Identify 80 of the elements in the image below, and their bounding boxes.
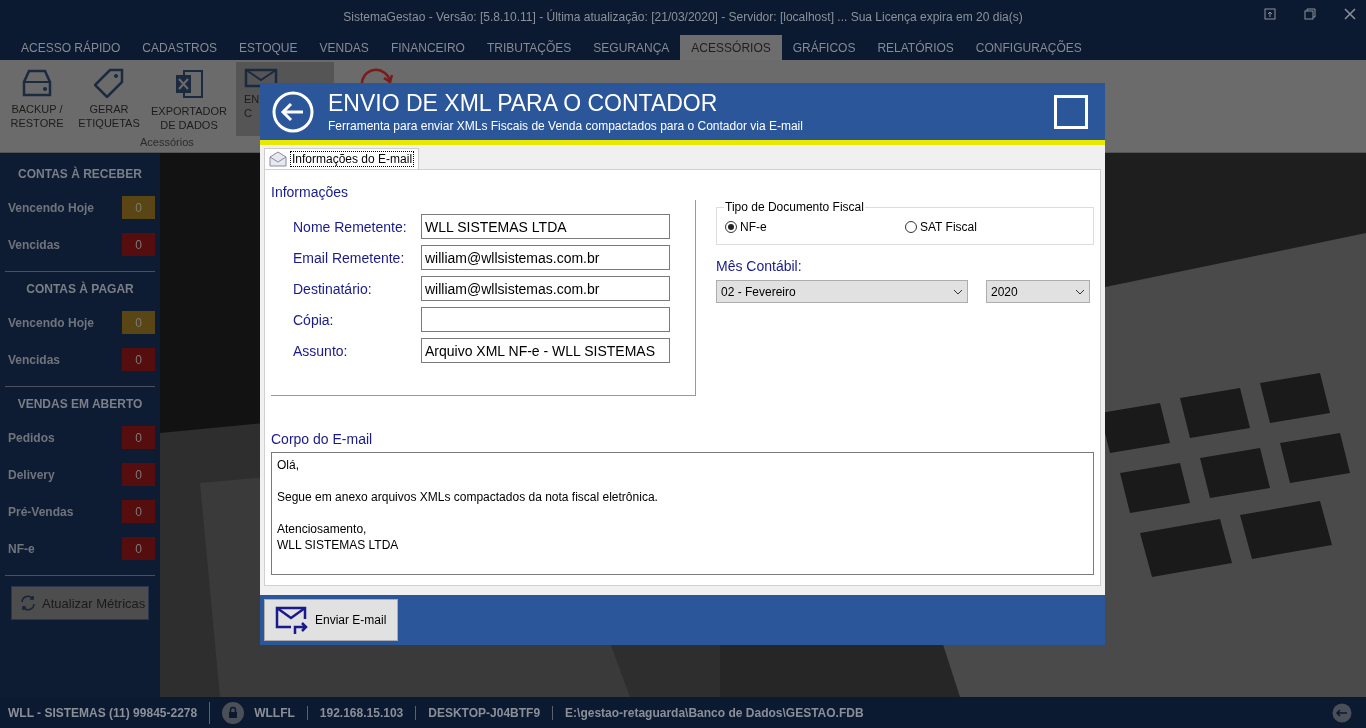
menu-tab[interactable]: ESTOQUE: [228, 35, 309, 60]
status-text: E:\gestao-retaguarda\Banco de Dados\GESTAO.FDB: [565, 705, 864, 720]
group-legend: Tipo de Documento Fiscal: [724, 200, 865, 214]
text-field[interactable]: william@wllsistemas.com.br: [421, 276, 670, 301]
window-icon[interactable]: [1304, 8, 1316, 20]
close-icon[interactable]: [1344, 8, 1356, 20]
field-label: Cópia:: [293, 311, 335, 328]
metric-label: Delivery: [8, 467, 55, 482]
spreadsheet-icon: [174, 68, 204, 100]
menu-tab[interactable]: GRÁFICOS: [781, 35, 867, 60]
month-dropdown[interactable]: 02 - Fevereiro: [716, 280, 968, 303]
metric-label: NF-e: [8, 541, 35, 556]
metric-label: Pedidos: [8, 430, 55, 445]
menu-tab[interactable]: FINANCEIRO: [379, 35, 476, 60]
count-badge: 0: [122, 311, 155, 334]
status-text: WLL - SISTEMAS (11) 99845-2278: [8, 705, 198, 720]
status-text: WLLFL: [254, 705, 295, 720]
hard-drive-icon: [20, 68, 54, 98]
text-field[interactable]: william@wllsistemas.com.br: [421, 245, 670, 270]
envelope-arrow-icon: [275, 605, 309, 635]
radio-option[interactable]: NF-e: [725, 220, 905, 234]
field-label: Nome Remetente:: [293, 218, 408, 235]
restore-icon[interactable]: [1264, 8, 1276, 20]
menu-tab[interactable]: CADASTROS: [131, 35, 229, 60]
window-title: SistemaGestao - Versão: [5.8.10.11] - Última atualização: [21/03/2020] - Servidor: [localhost] ... Sua Licença expira em 20 dia(s): [343, 10, 1023, 24]
field-label: Destinatário:: [293, 280, 373, 297]
section-title: CONTAS À PAGAR: [25, 280, 135, 298]
menu-tab[interactable]: SEGURANÇA: [582, 35, 681, 60]
section-heading: Corpo do E-mail: [271, 430, 374, 447]
email-body-field[interactable]: Olá, Segue em anexo arquivos XMLs compactados da nota fiscal eletrônica. Atenciosamento, WLL SISTEMAS LTDA: [271, 451, 1094, 575]
dialog-title: ENVIO DE XML PARA O CONTADOR: [328, 90, 719, 117]
lock-icon: [222, 701, 245, 724]
email-info-tab[interactable]: Informações do E-mail: [264, 148, 420, 169]
section-title: VENDAS EM ABERTO: [16, 396, 144, 413]
dialog-subtitle: Ferramenta para enviar XMLs Fiscais de Venda compactados para o Contador via E-mail: [328, 119, 804, 133]
menu-tab[interactable]: RELATÓRIOS: [866, 35, 965, 60]
refresh-icon: [20, 595, 36, 611]
metric-label: Vencidas: [8, 237, 61, 252]
text-field[interactable]: WLL SISTEMAS LTDA: [421, 214, 670, 239]
chevron-down-icon: [953, 288, 963, 295]
metric-label: Pré-Vendas: [8, 504, 74, 519]
menu-tab[interactable]: ACESSÓRIOS: [680, 35, 782, 60]
ribbon-button[interactable]: BACKUP / RESTORE: [4, 62, 70, 136]
count-badge: 0: [122, 233, 155, 256]
chevron-down-icon: [1075, 288, 1085, 295]
count-badge: 0: [122, 537, 155, 560]
menu-tab[interactable]: CONFIGURAÇÕES: [964, 35, 1093, 60]
metric-label: Vencendo Hoje: [8, 200, 95, 215]
text-field[interactable]: [421, 307, 670, 332]
count-badge: 0: [122, 463, 155, 486]
menu-tab[interactable]: VENDAS: [308, 35, 380, 60]
year-dropdown[interactable]: 2020: [986, 280, 1090, 303]
count-badge: 0: [122, 196, 155, 219]
metric-label: Vencidas: [8, 352, 61, 367]
status-text: DESKTOP-J04BTF9: [428, 705, 541, 720]
count-badge: 0: [122, 348, 155, 371]
back-icon[interactable]: [272, 90, 314, 133]
section-heading: Informações: [271, 184, 350, 200]
menu-tab[interactable]: TRIBUTAÇÕES: [475, 35, 583, 60]
ribbon-button[interactable]: GERAR ETIQUETAS: [76, 62, 142, 136]
envelope-icon: [269, 151, 287, 167]
radio-button[interactable]: [725, 221, 737, 233]
metric-label: Vencendo Hoje: [8, 315, 95, 330]
section-title: CONTAS À RECEBER: [17, 165, 143, 183]
send-email-button[interactable]: Enviar E-mail: [264, 599, 398, 641]
field-label: Email Remetente:: [293, 249, 406, 266]
envelope-icon: [244, 68, 278, 88]
count-badge: 0: [122, 500, 155, 523]
ribbon-group-label: Acessórios: [139, 136, 195, 148]
count-badge: 0: [122, 426, 155, 449]
maximize-icon[interactable]: [1054, 94, 1088, 129]
text-field[interactable]: Arquivo XML NF-e - WLL SISTEMAS: [421, 338, 670, 363]
ribbon-button[interactable]: EXPORTADOR DE DADOS: [148, 62, 230, 136]
radio-option[interactable]: SAT Fiscal: [905, 220, 1085, 234]
tag-icon: [94, 68, 124, 98]
field-label: Mês Contábil:: [716, 258, 803, 274]
radio-button[interactable]: [905, 221, 917, 233]
menu-tab[interactable]: ACESSO RÁPIDO: [10, 35, 132, 60]
field-label: Assunto:: [293, 342, 349, 359]
status-text: 192.168.15.103: [319, 705, 404, 720]
